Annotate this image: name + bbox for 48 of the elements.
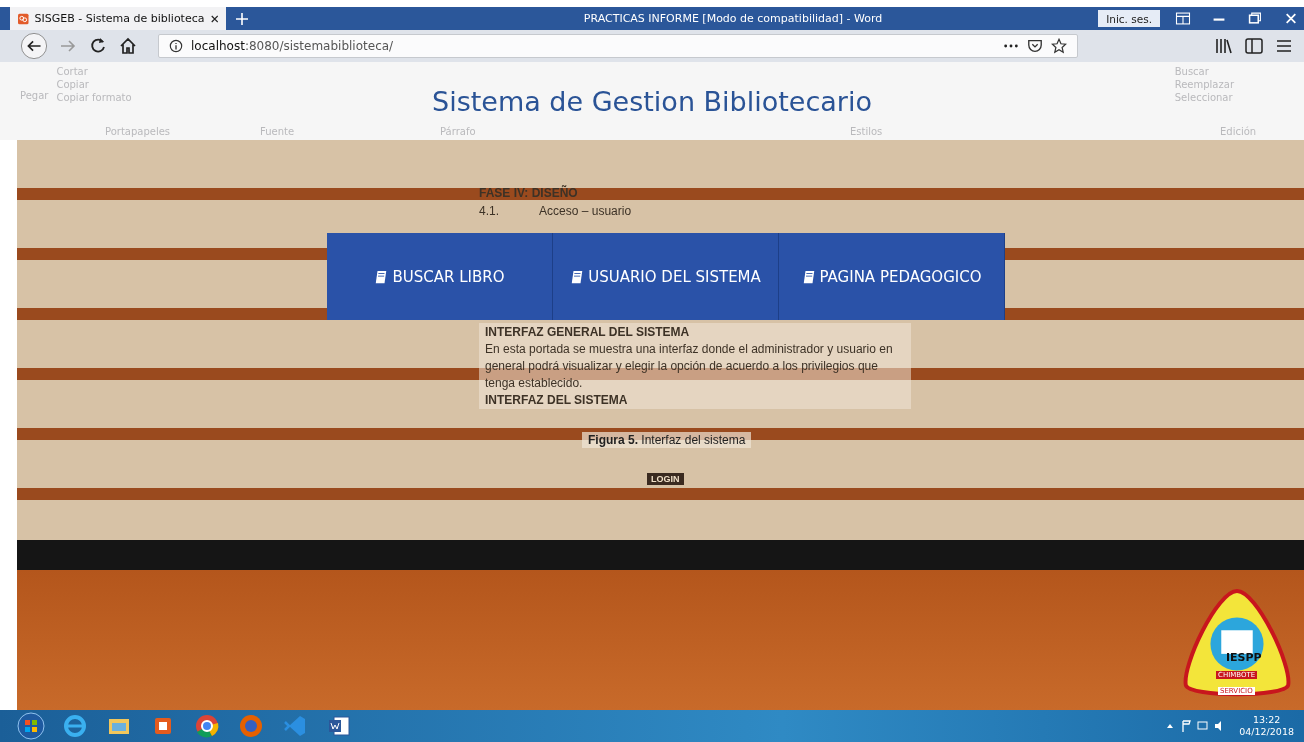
nav-button[interactable]: PAGINA PEDAGOGICO: [779, 233, 1005, 320]
new-tab-icon[interactable]: [236, 12, 248, 25]
document-heading: FASE IV: DISEÑO: [479, 186, 579, 200]
clock-date: 04/12/2018: [1239, 726, 1294, 738]
section-title: Acceso – usuario: [539, 204, 632, 218]
ribbon-group-label: Edición: [1220, 126, 1257, 137]
login-label: LOGIN: [647, 473, 684, 485]
ribbon-group-label: Párrafo: [440, 126, 476, 137]
document-paragraph: En esta portada se muestra una interfaz donde el administrador y usuario en general podrá visualizar y elegir la opción de acuerdo a los privilegios que tenga establecido.: [485, 341, 894, 392]
tab-title: SISGEB - Sistema de biblioteca: [34, 12, 205, 25]
close-icon[interactable]: [210, 13, 218, 24]
sign-in-button[interactable]: Inic. ses.: [1098, 10, 1160, 27]
ribbon-group-label: Portapapeles: [105, 126, 171, 137]
page-title: Sistema de Gestion Bibliotecario: [432, 86, 872, 117]
paste-button[interactable]: Pegar: [20, 89, 49, 101]
library-icon[interactable]: [1214, 36, 1234, 56]
info-icon: [169, 39, 183, 53]
clipboard-item[interactable]: Copiar: [56, 79, 132, 90]
browser-tab[interactable]: SISGEB - Sistema de biblioteca: [10, 7, 226, 30]
clipboard-item[interactable]: Copiar formato: [56, 92, 132, 103]
star-icon[interactable]: [1051, 38, 1067, 54]
app-logo-icon: [18, 11, 29, 26]
start-icon[interactable]: [16, 711, 46, 741]
ribbon-display-icon[interactable]: [1175, 12, 1191, 25]
window-title: PRACTICAS INFORME [Modo de compatibilidad] - Word: [582, 12, 884, 25]
book-icon: [374, 269, 389, 284]
back-icon[interactable]: [20, 32, 48, 60]
nav-button[interactable]: USUARIO DEL SISTEMA: [553, 233, 779, 320]
document-heading: INTERFAZ DEL SISTEMA: [485, 393, 629, 408]
nav-button[interactable]: BUSCAR LIBRO: [327, 233, 553, 320]
editing-item[interactable]: Seleccionar: [1174, 92, 1234, 103]
sidebar-icon[interactable]: [1244, 36, 1264, 56]
clipboard-item[interactable]: Cortar: [56, 66, 132, 77]
home-icon[interactable]: [118, 36, 138, 56]
editing-item[interactable]: Reemplazar: [1174, 79, 1234, 90]
document-heading: INTERFAZ GENERAL DEL SISTEMA: [485, 325, 691, 339]
section-number: 4.1.: [479, 204, 499, 218]
book-icon: [801, 269, 816, 284]
clock-time: 13:22: [1252, 714, 1281, 726]
address-field[interactable]: localhost:8080/sistemabiblioteca/: [158, 34, 1078, 58]
close-icon[interactable]: [1283, 12, 1299, 25]
figure-caption: Figura 5. Interfaz del sistema: [582, 432, 752, 448]
restore-icon[interactable]: [1247, 12, 1263, 25]
logo-text: IESPP: [1226, 651, 1262, 664]
editing-item[interactable]: Buscar: [1174, 66, 1234, 77]
book-icon: [570, 269, 585, 284]
ribbon-group-label: Estilos: [850, 126, 883, 137]
ribbon-group-label: Fuente: [260, 126, 295, 137]
